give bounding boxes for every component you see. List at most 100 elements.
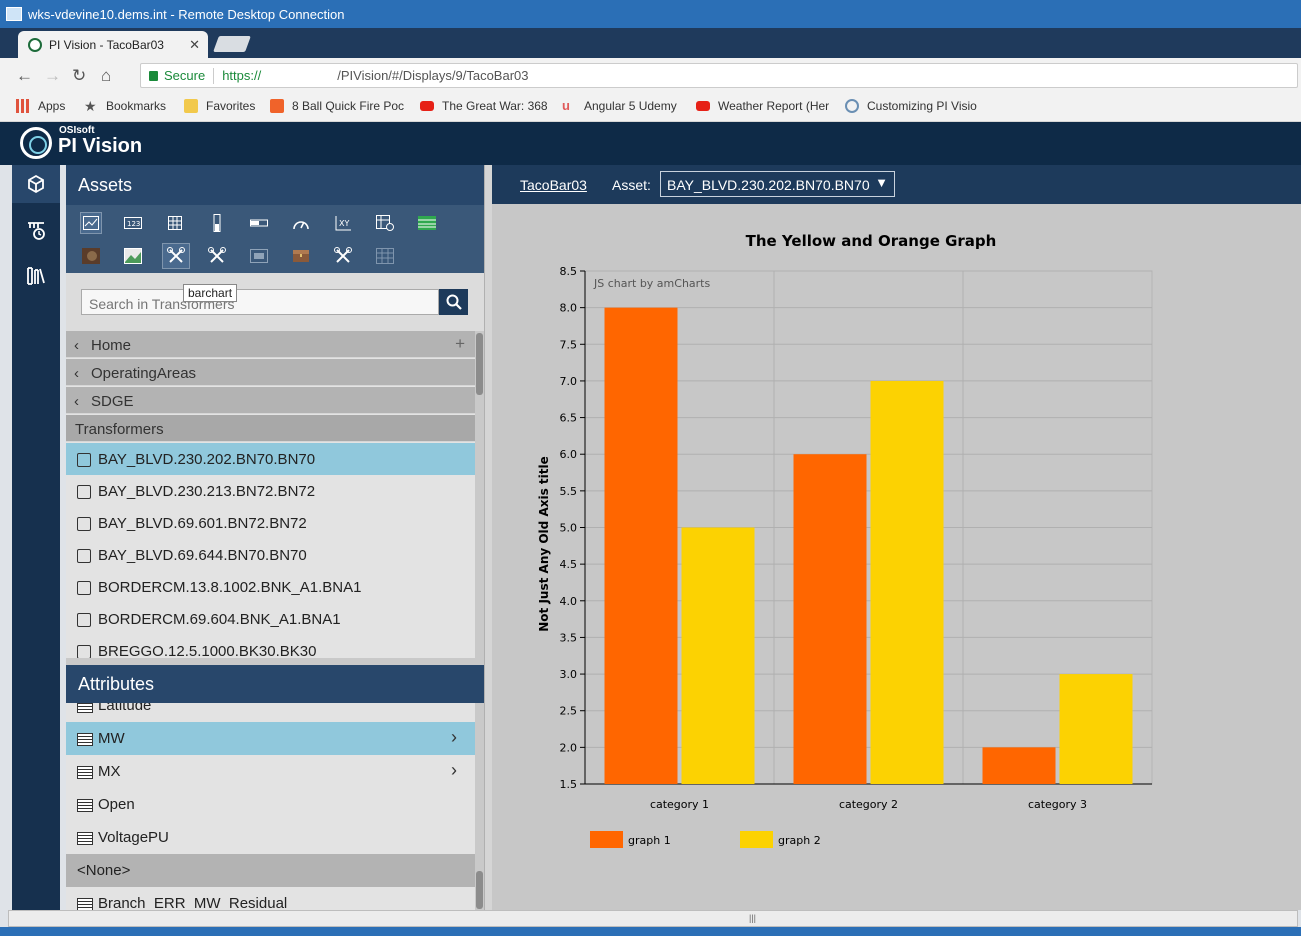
url-field[interactable]: Secure https:// /PIVision/#/Displays/9/T… <box>140 63 1298 88</box>
current-level-label: Transformers <box>66 415 475 442</box>
bar <box>793 454 867 784</box>
url-separator <box>213 67 215 84</box>
barchart-tools-icon[interactable] <box>162 243 190 269</box>
bookmark-8ball[interactable]: 8 Ball Quick Fire Poc <box>270 99 404 113</box>
remote-desktop-window: wks-vdevine10.dems.int - Remote Desktop … <box>0 0 1301 936</box>
attribute-item[interactable]: MX › <box>66 755 475 788</box>
grid-table-icon[interactable] <box>374 245 396 267</box>
url-protocol: https:// <box>222 68 262 83</box>
xy-plot-icon[interactable]: XY <box>332 212 354 234</box>
static-image-icon[interactable] <box>122 245 144 267</box>
list-icon <box>77 703 93 713</box>
bookmark-great-war[interactable]: The Great War: 368 <box>420 99 548 113</box>
asset-list-item[interactable]: BAY_BLVD.230.213.BN72.BN72 <box>66 475 475 507</box>
panel-resizer[interactable] <box>484 165 492 910</box>
folder-icon <box>184 99 198 113</box>
bookmark-bookmarks[interactable]: ★ Bookmarks <box>84 99 166 113</box>
x-tick-label: category 2 <box>839 798 898 811</box>
rdp-title: wks-vdevine10.dems.int - Remote Desktop … <box>28 6 345 22</box>
tools-icon[interactable] <box>206 245 228 267</box>
legend-swatch <box>740 831 773 848</box>
attribute-item[interactable]: Branch_ERR_MW_Residual <box>66 887 475 910</box>
assets-panel-title: Assets <box>66 165 484 205</box>
library-books-icon[interactable] <box>12 257 60 295</box>
image-icon[interactable] <box>80 245 102 267</box>
breadcrumb-sdge[interactable]: ‹ SDGE <box>66 387 475 414</box>
chevron-left-icon: ‹ <box>74 393 79 410</box>
y-tick-label: 2.0 <box>560 741 578 754</box>
search-button[interactable] <box>439 289 468 315</box>
bookmark-customizing[interactable]: Customizing PI Visio <box>845 99 977 113</box>
display-name-link[interactable]: TacoBar03 <box>520 177 587 193</box>
asset-list-item[interactable]: BAY_BLVD.69.644.BN70.BN70 <box>66 539 475 571</box>
bookmark-weather[interactable]: Weather Report (Her <box>696 99 829 113</box>
horizontal-gauge-icon[interactable] <box>248 212 270 234</box>
new-tab-button[interactable] <box>213 36 251 52</box>
browser-tab[interactable]: PI Vision - TacoBar03 ✕ <box>18 31 208 58</box>
asset-list-item[interactable]: BORDERCM.13.8.1002.BNK_A1.BNA1 <box>66 571 475 603</box>
bookmark-angular[interactable]: u Angular 5 Udemy <box>562 99 677 114</box>
panel-splitter[interactable] <box>66 658 484 665</box>
cube-icon <box>77 485 91 499</box>
assets-cube-icon[interactable] <box>12 165 60 203</box>
amcharts-watermark[interactable]: JS chart by amCharts <box>593 277 710 290</box>
events-clock-icon[interactable] <box>12 211 60 249</box>
asset-list-item[interactable]: BORDERCM.69.604.BNK_A1.BNA1 <box>66 603 475 635</box>
legend-label: graph 2 <box>778 834 821 847</box>
attribute-group-none[interactable]: <None> <box>66 854 475 887</box>
youtube-icon <box>420 101 434 111</box>
attribute-item[interactable]: MW › <box>66 722 475 755</box>
y-tick-label: 4.5 <box>560 558 578 571</box>
list-icon <box>77 733 93 746</box>
tools-icon-2[interactable] <box>332 245 354 267</box>
chevron-right-icon[interactable]: › <box>451 727 457 748</box>
asset-select[interactable]: BAY_BLVD.230.202.BN70.BN70 ▼ <box>660 171 895 197</box>
asset-tree-scrollbar[interactable] <box>475 331 484 658</box>
bar-chart[interactable]: 1.5 2.0 2.5 3.0 3.5 4.0 4.5 5.0 5.5 6.0 6.5 7.0 7.5 8… <box>492 204 1301 910</box>
svg-text:XY: XY <box>339 219 349 228</box>
y-tick-label: 6.5 <box>560 412 578 425</box>
chevron-right-icon[interactable]: › <box>451 760 457 781</box>
y-tick-label: 4.0 <box>560 595 578 608</box>
bookmark-apps[interactable]: Apps <box>16 99 65 113</box>
breadcrumb-operating-areas[interactable]: ‹ OperatingAreas <box>66 359 475 386</box>
legend-label: graph 1 <box>628 834 671 847</box>
scroll-grip-icon: ||| <box>749 913 757 923</box>
asset-list-item[interactable]: BAY_BLVD.69.601.BN72.BN72 <box>66 507 475 539</box>
home-icon[interactable]: ⌂ <box>101 66 111 86</box>
breadcrumb-home[interactable]: ‹ Home + <box>66 331 475 358</box>
tooltip: barchart <box>183 284 238 302</box>
display-header: TacoBar03 Asset: BAY_BLVD.230.202.BN70.B… <box>492 165 1301 204</box>
attribute-list-scrollbar[interactable] <box>475 703 484 910</box>
list-icon <box>77 799 93 812</box>
cube-icon <box>77 453 91 467</box>
chest-icon[interactable] <box>290 245 312 267</box>
add-icon[interactable]: + <box>455 334 465 354</box>
secure-label: Secure <box>164 68 206 83</box>
value-icon[interactable]: 123 <box>122 212 144 234</box>
bookmark-favorites[interactable]: Favorites <box>184 99 255 113</box>
radial-gauge-icon[interactable] <box>290 212 312 234</box>
asset-comparison-table-icon[interactable] <box>374 212 396 234</box>
gauge-panel-icon[interactable] <box>248 245 270 267</box>
cube-icon <box>77 645 91 659</box>
reload-icon[interactable]: ↻ <box>72 66 86 86</box>
y-tick-label: 3.5 <box>560 631 578 644</box>
asset-search-input[interactable] <box>81 289 439 315</box>
asset-list-item[interactable]: BAY_BLVD.230.202.BN70.BN70 <box>66 443 475 475</box>
attribute-item[interactable]: Latitude <box>66 703 475 722</box>
tab-close-icon[interactable]: ✕ <box>189 37 200 53</box>
vertical-gauge-icon[interactable] <box>206 212 228 234</box>
green-table-icon[interactable] <box>416 212 438 234</box>
horizontal-scrollbar[interactable]: ||| <box>8 910 1298 927</box>
symbol-toolbar: 123 XY <box>66 205 484 273</box>
back-icon[interactable]: ← <box>16 66 33 86</box>
cube-icon <box>77 581 91 595</box>
trend-icon[interactable] <box>80 212 102 234</box>
table-icon[interactable] <box>164 212 186 234</box>
m-logo-icon <box>270 99 284 113</box>
attribute-item[interactable]: Open <box>66 788 475 821</box>
attribute-item[interactable]: VoltagePU <box>66 821 475 854</box>
forward-icon[interactable]: → <box>44 66 61 86</box>
attributes-panel-title: Attributes <box>66 665 484 703</box>
